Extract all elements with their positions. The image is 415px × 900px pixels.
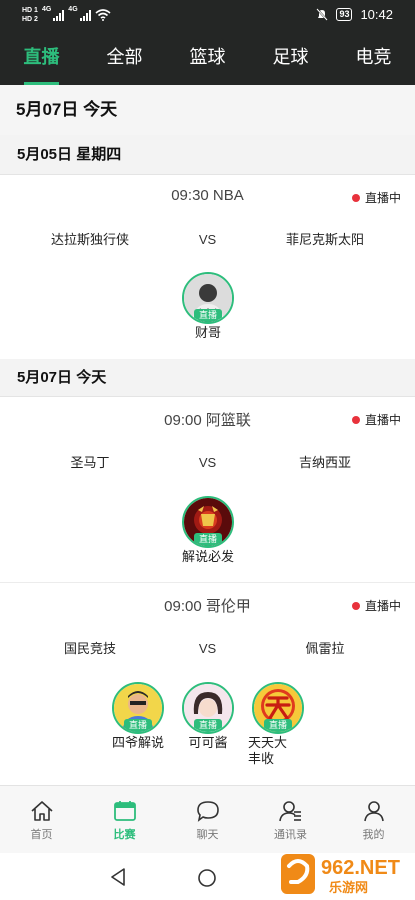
home-circle-icon[interactable] — [197, 868, 217, 888]
hd1-label: HD 1 — [22, 7, 38, 14]
signal-icon — [53, 9, 65, 21]
away-team: 吉纳西亚 — [298, 455, 351, 470]
live-label: 直播中 — [364, 599, 401, 613]
status-bar: HD 1 HD 2 4G 4G 93 10:42 — [0, 0, 415, 33]
anchor-item[interactable]: 直播 天天大丰收 — [241, 682, 315, 767]
category-tabs: 直播 全部 篮球 足球 电竞 — [0, 33, 415, 85]
live-dot-icon — [351, 415, 360, 424]
nav-profile-label: 我的 — [362, 829, 385, 841]
anchor-name: 可可酱 — [188, 735, 228, 750]
anchor-name: 财哥 — [194, 325, 221, 340]
anchor-name: 天天大丰收 — [248, 735, 288, 766]
anchor-item[interactable]: 直播 四爷解说 — [101, 682, 175, 751]
hd2-label: HD 2 — [22, 16, 38, 23]
sim-indicator: HD 1 HD 2 — [22, 6, 38, 24]
watermark-logo: 962.NET 乐游网 — [281, 852, 409, 896]
avatar[interactable]: 直播 — [182, 496, 234, 548]
anchor-name: 解说必发 — [181, 549, 234, 564]
avatar[interactable]: 直播 — [182, 272, 234, 324]
nav-contacts[interactable]: 通讯录 — [249, 786, 332, 853]
nav-matches[interactable]: 比赛 — [83, 786, 166, 853]
section-date-header: 5月07日 今天 — [0, 359, 415, 397]
live-status: 直播中 — [351, 597, 401, 614]
tab-live[interactable]: 直播 — [0, 33, 83, 85]
live-dot-icon — [351, 601, 360, 610]
tab-esports[interactable]: 电竞 — [332, 33, 415, 85]
mute-bell-icon — [316, 8, 329, 21]
home-icon — [30, 801, 53, 821]
avatar[interactable]: 直播 — [112, 682, 164, 734]
nav-profile[interactable]: 我的 — [332, 786, 415, 853]
avatar[interactable]: 直播 — [252, 682, 304, 734]
signal-icon-2 — [79, 9, 91, 21]
wifi-icon — [95, 9, 111, 21]
anchor-item[interactable]: 直播 财哥 — [171, 272, 245, 341]
nav-home-label: 首页 — [30, 829, 53, 841]
match-card[interactable]: 09:00 阿篮联 直播中 圣马丁 VS 吉纳西亚 直播 解说必发 — [0, 397, 415, 582]
live-label: 直播中 — [364, 191, 401, 205]
current-date-header: 5月07日 今天 — [0, 85, 415, 135]
match-card[interactable]: 09:00 哥伦甲 直播中 国民竞技 VS 佩雷拉 直播 四爷解说 直播 可可酱… — [0, 583, 415, 785]
live-status: 直播中 — [351, 411, 401, 428]
bottom-nav: 首页 比赛 聊天 通讯录 我的 — [0, 785, 415, 853]
live-badge: 直播 — [264, 719, 292, 732]
tab-basketball[interactable]: 篮球 — [166, 33, 249, 85]
match-card[interactable]: 09:30 NBA 直播中 达拉斯独行侠 VS 菲尼克斯太阳 直播 财哥 — [0, 175, 415, 359]
anchor-item[interactable]: 直播 解说必发 — [171, 496, 245, 565]
live-label: 直播中 — [364, 413, 401, 427]
nav-chat-label: 聊天 — [196, 829, 219, 841]
nav-contacts-label: 通讯录 — [274, 829, 307, 841]
network-type-2: 4G — [68, 6, 78, 13]
nav-home[interactable]: 首页 — [0, 786, 83, 853]
live-dot-icon — [351, 193, 360, 202]
contacts-icon — [278, 801, 301, 822]
chat-icon — [196, 801, 219, 822]
calendar-icon — [113, 801, 136, 821]
live-status: 直播中 — [351, 189, 401, 206]
svg-text:乐游网: 乐游网 — [329, 880, 368, 896]
network-type-1: 4G — [41, 6, 52, 13]
nav-chat[interactable]: 聊天 — [166, 786, 249, 853]
anchor-item[interactable]: 直播 可可酱 — [171, 682, 245, 751]
back-triangle-icon[interactable] — [110, 868, 126, 886]
tab-all[interactable]: 全部 — [83, 33, 166, 85]
section-date-header: 5月05日 星期四 — [0, 135, 415, 175]
live-badge: 直播 — [124, 719, 152, 732]
away-team: 佩雷拉 — [305, 641, 345, 656]
watermark-logo-icon: 962.NET 乐游网 — [281, 854, 400, 896]
profile-icon — [363, 801, 384, 822]
live-badge: 直播 — [194, 533, 222, 546]
avatar[interactable]: 直播 — [182, 682, 234, 734]
away-team: 菲尼克斯太阳 — [285, 232, 364, 247]
live-badge: 直播 — [194, 719, 222, 732]
anchor-name: 四爷解说 — [111, 735, 164, 750]
system-nav-bar: 962.NET 乐游网 — [0, 853, 415, 900]
svg-text:962.NET: 962.NET — [321, 857, 400, 879]
live-badge: 直播 — [194, 309, 222, 322]
tab-football[interactable]: 足球 — [249, 33, 332, 85]
battery-indicator: 93 — [336, 8, 353, 21]
nav-matches-label: 比赛 — [113, 829, 136, 841]
clock: 10:42 — [360, 7, 393, 22]
